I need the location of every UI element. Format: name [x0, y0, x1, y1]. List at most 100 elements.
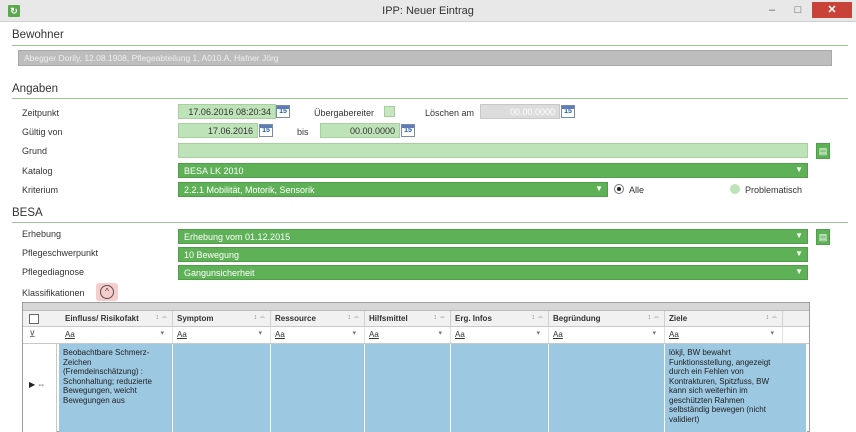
column-filter[interactable]: Aa ▾: [451, 327, 549, 343]
kriterium-dropdown[interactable]: 2.2.1 Mobilität, Motorik, Sensorik ▼: [178, 182, 608, 197]
besa-heading: BESA: [12, 207, 43, 219]
chevron-down-icon: ▼: [595, 184, 603, 193]
maximize-button[interactable]: □: [786, 2, 810, 18]
grund-clipboard-icon[interactable]: ▤: [816, 143, 830, 159]
chevron-down-icon: ▾: [160, 330, 164, 337]
diagnose-label: Pflegediagnose: [22, 267, 85, 277]
chevron-down-icon: ▾: [438, 330, 442, 337]
grid-filter-row: ⊻ Aa ▾ Aa ▾ Aa ▾ Aa ▾ Aa ▾ Aa ▾ Aa ▾: [23, 327, 809, 344]
table-cell[interactable]: lökjl, BW bewahrt Funktionsstellung, ang…: [665, 344, 807, 432]
katalog-dropdown[interactable]: BESA LK 2010 ▼: [178, 163, 808, 178]
zeitpunkt-calendar-icon[interactable]: 15: [276, 105, 290, 118]
grund-field[interactable]: [178, 143, 808, 158]
katalog-value: BESA LK 2010: [184, 166, 244, 176]
column-header[interactable]: Ressource ↕ ⇔: [271, 311, 365, 327]
angaben-divider: [12, 98, 848, 99]
table-cell[interactable]: [271, 344, 365, 432]
bewohner-heading: Bewohner: [12, 29, 64, 41]
chevron-down-icon: ▾: [536, 330, 540, 337]
table-row[interactable]: ▶ ⇔ Beobachtbare Schmerz- Zeichen (Fremd…: [23, 344, 809, 432]
kriterium-label: Kriterium: [22, 185, 59, 195]
column-header[interactable]: Begründung ↕ ⇔: [549, 311, 665, 327]
column-chooser-icon[interactable]: [29, 314, 39, 324]
schwerpunkt-label: Pflegeschwerpunkt: [22, 248, 99, 258]
loeschen-label: Löschen am: [425, 108, 475, 118]
alle-radio[interactable]: [614, 184, 624, 194]
kriterium-value: 2.2.1 Mobilität, Motorik, Sensorik: [184, 185, 315, 195]
table-cell[interactable]: [365, 344, 451, 432]
sort-icon[interactable]: ↕ ⇔: [348, 314, 360, 321]
erhebung-label: Erhebung: [22, 229, 62, 239]
column-header[interactable]: Hilfsmittel ↕ ⇔: [365, 311, 451, 327]
column-filter[interactable]: Aa ▾: [549, 327, 665, 343]
sort-icon[interactable]: ↕ ⇔: [434, 314, 446, 321]
klassifikationen-collapse-button[interactable]: ^: [96, 283, 118, 301]
close-button[interactable]: ✕: [812, 2, 852, 18]
bis-label: bis: [297, 127, 309, 137]
column-header[interactable]: Ziele ↕ ⇔: [665, 311, 783, 327]
bewohner-divider: [12, 45, 848, 46]
grid-toolbar: [23, 303, 809, 311]
loeschen-calendar-icon[interactable]: 15: [561, 105, 575, 118]
chevron-up-icon: ^: [100, 285, 114, 299]
chevron-down-icon: ▾: [258, 330, 262, 337]
table-cell[interactable]: Beobachtbare Schmerz- Zeichen (Fremdeins…: [59, 344, 173, 432]
title-bar: ↻ IPP: Neuer Eintrag – □ ✕: [0, 0, 856, 22]
column-header[interactable]: Symptom ↕ ⇔: [173, 311, 271, 327]
column-header[interactable]: Einfluss/ Risikofakt ↕ ⇔: [61, 311, 173, 327]
column-filter[interactable]: Aa ▾: [271, 327, 365, 343]
klassifikationen-label: Klassifikationen: [22, 288, 85, 298]
gueltig-label: Gültig von: [22, 127, 63, 137]
chevron-down-icon: ▼: [795, 165, 803, 174]
column-header[interactable]: Erg. Infos ↕ ⇔: [451, 311, 549, 327]
angaben-heading: Angaben: [12, 83, 59, 95]
sort-icon[interactable]: ↕ ⇔: [254, 314, 266, 321]
erhebung-value: Erhebung vom 01.12.2015: [184, 232, 291, 242]
erhebung-dropdown[interactable]: Erhebung vom 01.12.2015 ▼: [178, 229, 808, 244]
grund-label: Grund: [22, 146, 48, 156]
bis-field[interactable]: 00.00.0000: [320, 123, 400, 138]
loeschen-field[interactable]: 00.00.0000: [480, 104, 560, 119]
column-filter[interactable]: Aa ▾: [665, 327, 783, 343]
sort-icon[interactable]: ↕ ⇔: [532, 314, 544, 321]
uebergabe-label: Übergabereiter: [314, 108, 375, 118]
row-marker: ▶ ⇔: [29, 380, 46, 389]
sort-icon[interactable]: ↕ ⇔: [648, 314, 660, 321]
schwerpunkt-value: 10 Bewegung: [184, 250, 240, 260]
row-selector[interactable]: ▶ ⇔: [23, 344, 57, 432]
window-title: IPP: Neuer Eintrag: [382, 5, 474, 17]
diagnose-dropdown[interactable]: Gangunsicherheit ▼: [178, 265, 808, 280]
column-filter[interactable]: Aa ▾: [173, 327, 271, 343]
uebergabe-checkbox[interactable]: [384, 106, 395, 117]
katalog-label: Katalog: [22, 166, 53, 176]
chevron-down-icon: ▼: [795, 249, 803, 258]
alle-label: Alle: [629, 185, 645, 195]
zeitpunkt-field[interactable]: 17.06.2016 08:20:34: [178, 104, 276, 119]
chevron-down-icon: ▼: [795, 231, 803, 240]
chevron-down-icon: ▼: [795, 267, 803, 276]
chevron-down-icon: ▾: [770, 330, 774, 337]
column-filter[interactable]: Aa ▾: [365, 327, 451, 343]
sort-icon[interactable]: ↕ ⇔: [766, 314, 778, 321]
minimize-button[interactable]: –: [760, 2, 784, 18]
gueltig-calendar-icon[interactable]: 15: [259, 124, 273, 137]
chevron-down-icon: ▾: [652, 330, 656, 337]
bis-calendar-icon[interactable]: 15: [401, 124, 415, 137]
chevron-down-icon: ▾: [352, 330, 356, 337]
table-cell[interactable]: [451, 344, 549, 432]
column-filter[interactable]: Aa ▾: [61, 327, 173, 343]
zeitpunkt-label: Zeitpunkt: [22, 108, 60, 118]
gueltig-field[interactable]: 17.06.2016: [178, 123, 258, 138]
filter-icon[interactable]: ⊻: [29, 329, 36, 340]
table-cell[interactable]: [173, 344, 271, 432]
grid-header-row: Einfluss/ Risikofakt ↕ ⇔ Symptom ↕ ⇔ Resso…: [23, 311, 809, 327]
sort-icon[interactable]: ↕ ⇔: [156, 314, 168, 321]
klassifikationen-grid: Einfluss/ Risikofakt ↕ ⇔ Symptom ↕ ⇔ Resso…: [22, 302, 810, 432]
table-cell[interactable]: [549, 344, 665, 432]
erhebung-clipboard-icon[interactable]: ▤: [816, 229, 830, 245]
problematisch-radio[interactable]: [730, 184, 740, 194]
bewohner-field: Abegger Dorily, 12.08.1908, Pflegeabteil…: [18, 50, 832, 66]
diagnose-value: Gangunsicherheit: [184, 268, 255, 278]
schwerpunkt-dropdown[interactable]: 10 Bewegung ▼: [178, 247, 808, 262]
besa-divider: [12, 222, 848, 223]
